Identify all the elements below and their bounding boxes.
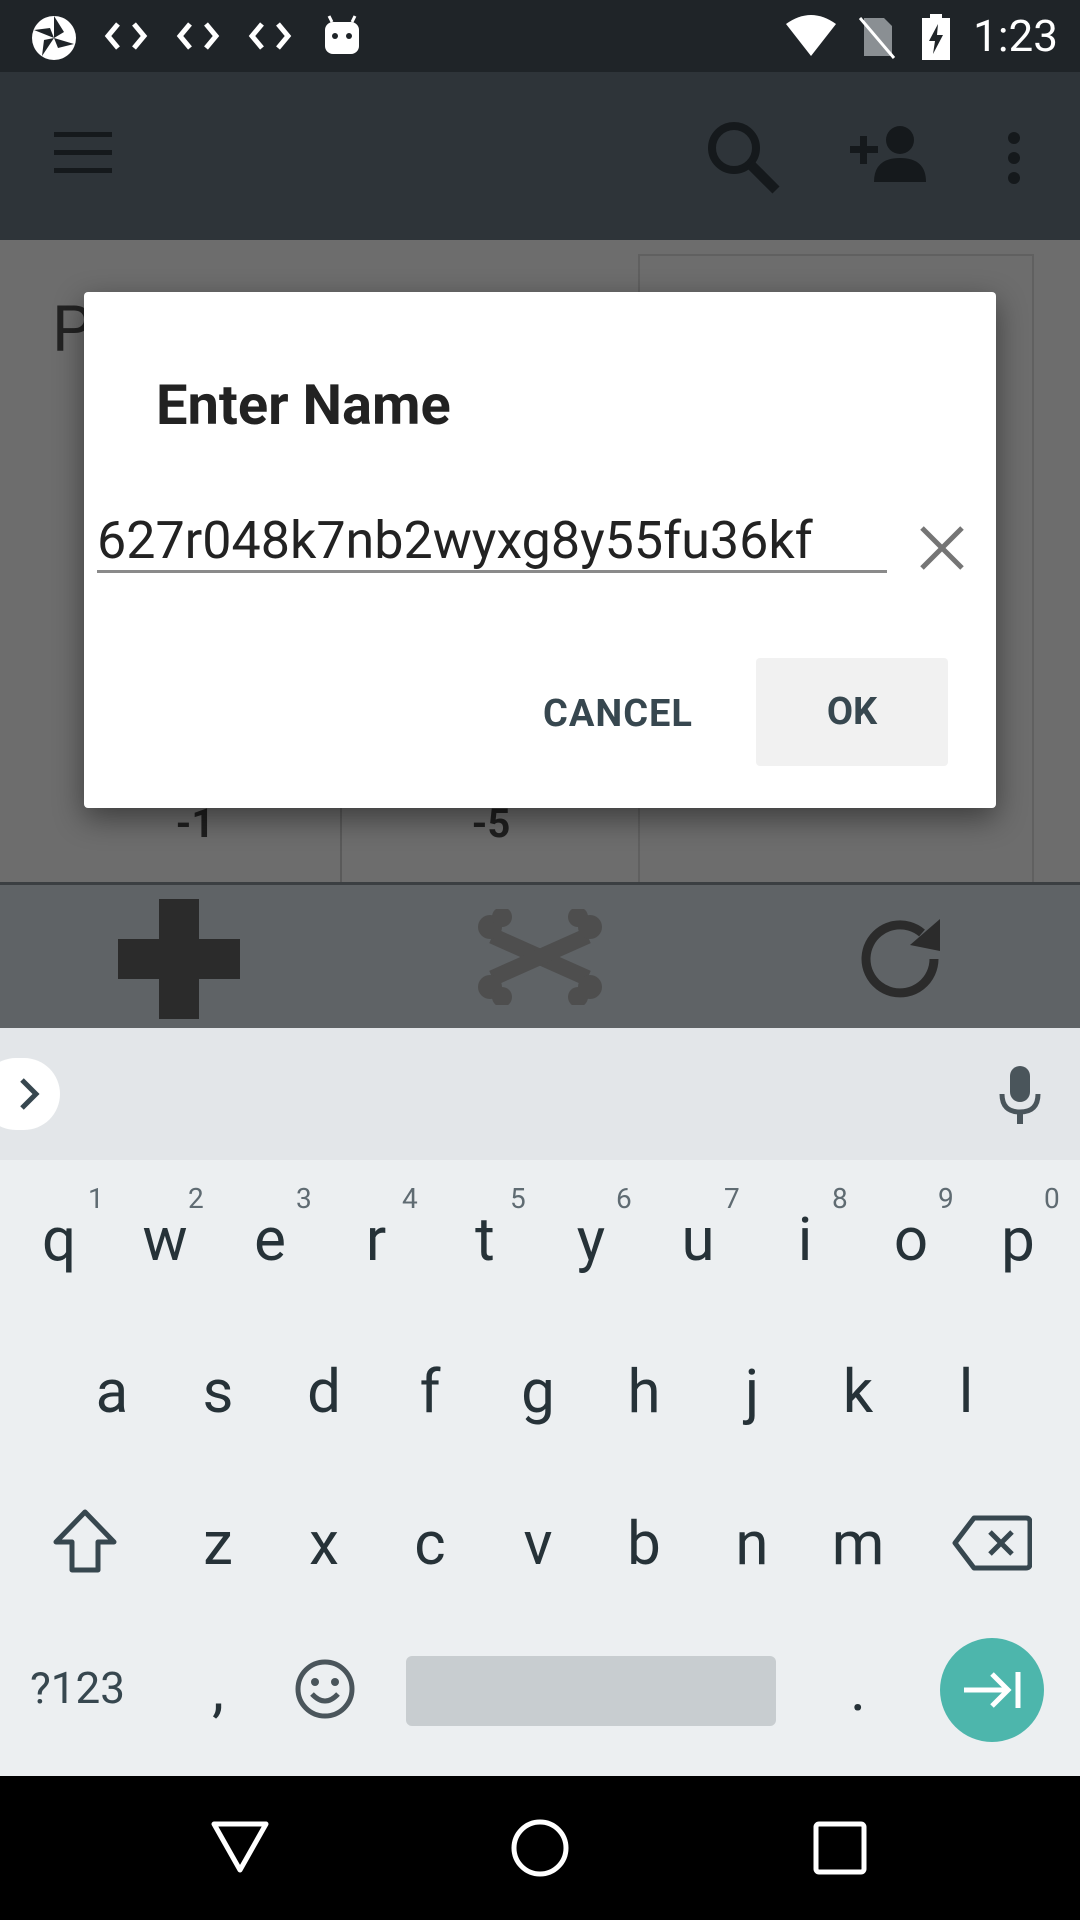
code-icon bbox=[104, 22, 148, 50]
key-n[interactable]: n bbox=[702, 1508, 802, 1579]
next-button[interactable] bbox=[940, 1638, 1044, 1742]
name-input[interactable] bbox=[97, 510, 887, 573]
recents-icon[interactable] bbox=[812, 1820, 868, 1876]
key-m[interactable]: m bbox=[808, 1508, 908, 1579]
add-person-icon[interactable] bbox=[850, 124, 930, 184]
key-comma[interactable]: , bbox=[168, 1654, 268, 1725]
clear-icon[interactable] bbox=[914, 520, 970, 576]
key-t-hint: 5 bbox=[510, 1182, 526, 1215]
clock: 1:23 bbox=[973, 10, 1058, 62]
menu-icon[interactable] bbox=[54, 132, 114, 174]
key-e-hint: 3 bbox=[296, 1182, 312, 1215]
android-icon bbox=[325, 15, 359, 54]
key-f[interactable]: f bbox=[380, 1356, 480, 1427]
key-p-hint: 0 bbox=[1044, 1182, 1060, 1215]
ok-button[interactable]: OK bbox=[756, 658, 948, 766]
key-x[interactable]: x bbox=[274, 1508, 374, 1579]
no-sim-icon bbox=[858, 17, 896, 59]
emoji-icon[interactable] bbox=[294, 1658, 356, 1720]
action-bar bbox=[0, 882, 1080, 1031]
wifi-icon bbox=[786, 15, 836, 56]
shift-icon[interactable] bbox=[52, 1506, 118, 1576]
key-v[interactable]: v bbox=[488, 1508, 588, 1579]
refresh-icon[interactable] bbox=[856, 915, 946, 1005]
symbols-key[interactable]: ?123 bbox=[30, 1662, 125, 1714]
search-icon[interactable] bbox=[706, 120, 782, 196]
key-h[interactable]: h bbox=[594, 1356, 694, 1427]
code-icon bbox=[248, 22, 292, 50]
key-s[interactable]: s bbox=[168, 1356, 268, 1427]
key-u-hint: 7 bbox=[724, 1182, 740, 1215]
crossbones-icon[interactable] bbox=[478, 909, 602, 1005]
key-y-hint: 6 bbox=[616, 1182, 632, 1215]
code-icon bbox=[176, 22, 220, 50]
expand-toolbar-button[interactable] bbox=[0, 1058, 60, 1130]
app-bar bbox=[0, 72, 1080, 240]
chevron-right-icon bbox=[20, 1078, 40, 1110]
key-r-hint: 4 bbox=[402, 1182, 418, 1215]
key-g[interactable]: g bbox=[488, 1356, 588, 1427]
battery-charging-icon bbox=[922, 14, 950, 60]
key-o-hint: 9 bbox=[938, 1182, 954, 1215]
key-z[interactable]: z bbox=[168, 1508, 268, 1579]
back-icon[interactable] bbox=[210, 1818, 270, 1876]
space-bar[interactable] bbox=[406, 1656, 776, 1726]
key-l[interactable]: l bbox=[916, 1356, 1016, 1427]
mic-icon[interactable] bbox=[996, 1064, 1044, 1128]
key-i-hint: 8 bbox=[832, 1182, 848, 1215]
key-c[interactable]: c bbox=[380, 1508, 480, 1579]
key-q-hint: 1 bbox=[88, 1182, 104, 1215]
backspace-icon[interactable] bbox=[952, 1514, 1032, 1572]
status-bar: 1:23 bbox=[0, 0, 1080, 72]
plus-icon[interactable] bbox=[118, 899, 240, 1019]
navigation-bar bbox=[0, 1776, 1080, 1920]
key-period[interactable]: . bbox=[808, 1654, 908, 1725]
key-j[interactable]: j bbox=[702, 1356, 802, 1427]
keyboard: q 1 w 2 e 3 r 4 t 5 y 6 u 7 i 8 o 9 p 0 … bbox=[0, 1160, 1080, 1776]
key-w-hint: 2 bbox=[188, 1182, 204, 1215]
key-k[interactable]: k bbox=[808, 1356, 908, 1427]
key-b[interactable]: b bbox=[594, 1508, 694, 1579]
home-icon[interactable] bbox=[508, 1816, 572, 1880]
key-a[interactable]: a bbox=[62, 1356, 162, 1427]
enter-name-dialog: Enter Name CANCEL OK bbox=[84, 292, 996, 808]
key-d[interactable]: d bbox=[274, 1356, 374, 1427]
pinwheel-icon bbox=[32, 16, 76, 60]
dialog-title: Enter Name bbox=[156, 372, 451, 438]
more-vert-icon[interactable] bbox=[1004, 130, 1024, 186]
cancel-button[interactable]: CANCEL bbox=[524, 660, 712, 768]
keyboard-suggestion-strip bbox=[0, 1028, 1080, 1160]
next-arrow-icon bbox=[964, 1672, 1021, 1708]
